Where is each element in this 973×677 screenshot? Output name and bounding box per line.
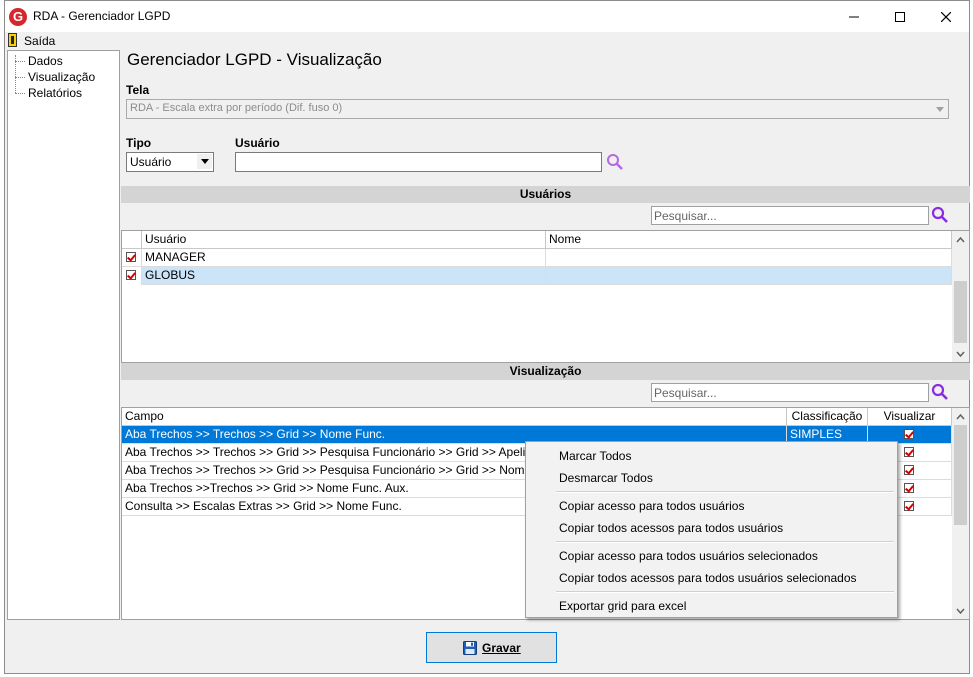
users-grid-header: Usuário Nome [122,231,952,249]
menu-item-marcar-todos[interactable]: Marcar Todos [559,449,631,463]
cell-usuario: GLOBUS [142,267,546,285]
title-bar[interactable]: G RDA - Gerenciador LGPD [5,1,969,32]
users-search-placeholder: Pesquisar... [654,209,717,223]
menu-item-copiar-acesso-todos[interactable]: Copiar acesso para todos usuários [559,499,744,513]
checkbox[interactable] [904,447,914,457]
view-search-input[interactable]: Pesquisar... [651,383,929,402]
search-icon[interactable] [606,153,624,171]
tipo-value: Usuário [130,155,172,169]
view-grid-header: Campo Classificação Visualizar [122,408,952,426]
tela-value: RDA - Escala extra por período (Dif. fus… [130,102,343,114]
exit-menu-label: Saída [24,34,56,48]
scroll-up-icon[interactable] [952,408,969,425]
close-icon [941,11,951,22]
tipo-select[interactable]: Usuário [126,152,214,172]
checkbox[interactable] [904,483,914,493]
menu-item-copiar-todos-acessos-selecionados[interactable]: Copiar todos acessos para todos usuários… [559,571,857,585]
search-icon[interactable] [931,383,949,401]
column-header-usuario[interactable]: Usuário [142,231,546,248]
exit-icon [8,33,17,47]
tree-item-label: Relatórios [28,86,83,100]
usuario-label: Usuário [235,136,280,150]
users-grid: Usuário Nome MANAGER GLOBUS [121,230,970,363]
chevron-down-icon [197,154,212,169]
view-scrollbar[interactable] [952,408,969,619]
view-section-header: Visualização [121,363,970,380]
scroll-down-icon[interactable] [952,602,969,619]
tree-item-relatorios[interactable]: Relatórios [8,85,118,101]
cell-nome [546,267,952,285]
view-search-placeholder: Pesquisar... [654,386,717,400]
maximize-button[interactable] [877,1,923,32]
table-row[interactable]: GLOBUS [122,267,952,285]
checkbox[interactable] [126,270,136,280]
minimize-icon [849,16,859,17]
table-row[interactable]: MANAGER [122,249,952,267]
save-button[interactable]: Gravar [426,632,557,663]
column-header-nome[interactable]: Nome [546,231,952,248]
tree-item-label: Visualização [28,70,96,84]
menu-separator [556,541,894,543]
navigation-tree: Dados Visualização Relatórios [7,50,120,620]
context-menu: Marcar Todos Desmarcar Todos Copiar aces… [525,441,898,618]
menu-item-copiar-todos-acessos-todos[interactable]: Copiar todos acessos para todos usuários [559,521,783,535]
menu-item-copiar-acesso-selecionados[interactable]: Copiar acesso para todos usuários seleci… [559,549,818,563]
tela-label: Tela [126,83,150,97]
checkbox[interactable] [904,429,914,439]
menu-bar: Saída [5,32,969,49]
minimize-button[interactable] [831,1,877,32]
tree-item-label: Dados [28,54,63,68]
menu-separator [556,491,894,493]
menu-item-exportar-excel[interactable]: Exportar grid para excel [559,599,686,613]
tree-item-dados[interactable]: Dados [8,53,118,69]
checkbox[interactable] [904,501,914,511]
tree-item-visualizacao[interactable]: Visualização [8,69,118,85]
users-scrollbar[interactable] [952,231,969,362]
users-search-input[interactable]: Pesquisar... [651,206,929,225]
checkbox[interactable] [126,252,136,262]
exit-menu-item[interactable]: Saída [5,32,65,49]
column-header-visualizar[interactable]: Visualizar [868,408,952,425]
chevron-down-icon [932,100,948,118]
scroll-down-icon[interactable] [952,345,969,362]
column-header-check[interactable] [122,231,142,248]
scroll-thumb[interactable] [954,281,967,343]
save-icon [463,641,477,655]
cell-usuario: MANAGER [142,249,546,267]
menu-separator [556,591,894,593]
column-header-campo[interactable]: Campo [122,408,787,425]
column-header-classificacao[interactable]: Classificação [787,408,868,425]
users-section-header: Usuários [121,186,970,203]
page-title: Gerenciador LGPD - Visualização [127,50,382,69]
menu-item-desmarcar-todos[interactable]: Desmarcar Todos [559,471,653,485]
maximize-icon [895,11,905,22]
search-icon[interactable] [931,206,949,224]
app-logo-icon: G [9,8,27,26]
checkbox[interactable] [904,465,914,475]
scroll-thumb[interactable] [954,425,967,525]
save-button-label: Gravar [482,641,521,655]
window-title: RDA - Gerenciador LGPD [33,9,171,23]
cell-nome [546,249,952,267]
close-button[interactable] [923,1,969,32]
tipo-label: Tipo [126,136,152,150]
scroll-up-icon[interactable] [952,231,969,248]
usuario-input[interactable] [235,152,602,172]
tela-combobox[interactable]: RDA - Escala extra por período (Dif. fus… [126,99,949,119]
